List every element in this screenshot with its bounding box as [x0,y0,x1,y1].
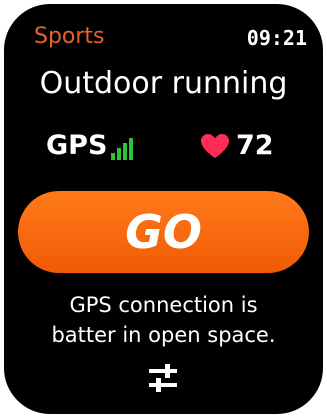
signal-bars-icon [111,136,135,160]
sliders-icon [149,364,177,392]
go-label: GO [125,205,202,259]
app-title: Sports [34,24,105,49]
clock: 09:21 [246,26,307,50]
heart-rate: 72 [200,132,274,160]
gps-label: GPS [46,130,108,161]
go-button[interactable]: GO [18,191,309,273]
settings-button[interactable] [145,360,181,396]
watch-screen: Sports 09:21 Outdoor running GPS 72 GO G… [4,4,323,414]
gps-status: GPS [46,132,135,160]
gps-hint-line-2: batter in open space. [51,323,276,347]
heart-icon [201,134,229,158]
heart-rate-value: 72 [236,130,274,161]
gps-hint-line-1: GPS connection is [69,293,258,317]
gps-hint: GPS connection is batter in open space. [4,290,323,350]
activity-name: Outdoor running [39,66,288,101]
